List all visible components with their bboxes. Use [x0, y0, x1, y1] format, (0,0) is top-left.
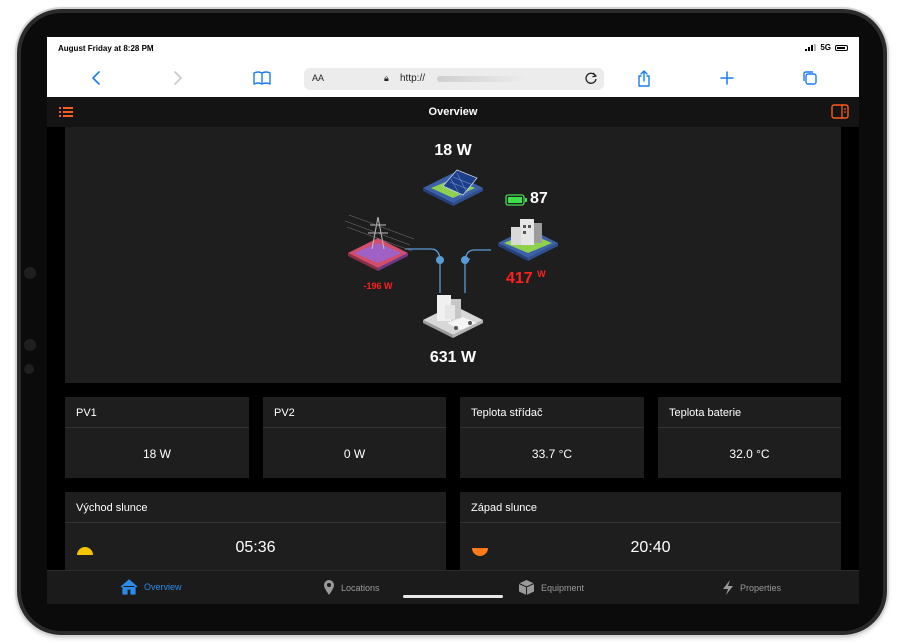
tile-inverter-temp: Teplota střídač 33.7 °C: [460, 397, 644, 478]
energy-flow-diagram: [344, 169, 558, 338]
tab-label: Locations: [341, 582, 380, 593]
back-icon[interactable]: [85, 67, 107, 89]
grid-power-value: -196 W: [363, 281, 393, 291]
share-icon[interactable]: [633, 67, 655, 89]
solar-panel-icon: [423, 169, 483, 206]
divider: [263, 427, 446, 428]
lock-icon: 🔒︎: [384, 73, 389, 83]
url-redacted: [437, 76, 527, 82]
divider: [460, 427, 644, 428]
tile-label: PV1: [76, 407, 97, 419]
battery-power-value: 417 W: [506, 269, 546, 288]
battery-power-number: 417: [506, 270, 533, 287]
plus-icon[interactable]: [716, 67, 738, 89]
home-indicator[interactable]: [403, 595, 503, 598]
app-header: Overview: [47, 97, 859, 127]
tile-label: Východ slunce: [76, 502, 148, 514]
tab-properties[interactable]: Properties: [722, 579, 781, 596]
battery-status-icon: [835, 44, 848, 51]
address-bar[interactable]: AA 🔒︎ http://: [304, 68, 604, 90]
browser-toolbar: AA 🔒︎ http://: [47, 59, 859, 97]
grid-tower-icon: [344, 214, 415, 271]
text-size-button[interactable]: AA: [312, 73, 324, 83]
tab-locations[interactable]: Locations: [323, 579, 380, 596]
home-power-value: 631 W: [429, 349, 477, 366]
tile-pv1: PV1 18 W: [65, 397, 249, 478]
energy-flow-panel: 18 W 87 417 W -196 W 631 W: [65, 127, 841, 383]
status-indicators: 5G: [805, 43, 848, 52]
side-sensor: [24, 364, 34, 374]
tile-label: Teplota střídač: [471, 407, 543, 419]
page-title: Overview: [428, 106, 478, 118]
tile-label: Teplota baterie: [669, 407, 742, 419]
forward-icon[interactable]: [167, 67, 189, 89]
tile-value: 32.0 °C: [729, 447, 770, 461]
tab-equipment[interactable]: Equipment: [518, 579, 584, 596]
tile-pv2: PV2 0 W: [263, 397, 446, 478]
tile-label: PV2: [274, 407, 295, 419]
tile-label: Západ slunce: [471, 502, 538, 514]
lightning-icon: [723, 580, 733, 595]
divider: [65, 522, 446, 523]
pv-power-value: 18 W: [434, 142, 472, 159]
battery-soc-icon: [505, 194, 527, 206]
signal-icon: [805, 44, 817, 51]
network-label: 5G: [820, 43, 831, 52]
tile-battery-temp: Teplota baterie 32.0 °C: [658, 397, 841, 478]
battery-building-icon: [498, 219, 558, 261]
tabs-icon[interactable]: [799, 67, 821, 89]
camera-dot: [24, 267, 36, 279]
sunset-time: 20:40: [630, 539, 671, 556]
bookmarks-icon[interactable]: [251, 67, 273, 89]
tile-value: 33.7 °C: [531, 447, 573, 461]
sunrise-time: 05:36: [235, 539, 276, 556]
status-bar: August Friday at 8:28 PM 5G: [47, 37, 859, 59]
divider: [658, 427, 841, 428]
main-content: 18 W 87 417 W -196 W 631 W PV1 18 W PV2 …: [47, 127, 859, 572]
side-sensor: [24, 339, 36, 351]
tab-label: Overview: [144, 582, 182, 592]
home-consumption-icon: [423, 295, 483, 338]
home-icon: [120, 579, 138, 595]
tile-sunrise: Východ slunce 05:36: [65, 492, 446, 572]
tab-overview[interactable]: Overview: [120, 579, 182, 595]
battery-node: [461, 256, 469, 264]
battery-soc-value: 87: [530, 190, 548, 207]
reload-icon[interactable]: [584, 71, 598, 88]
side-panel-icon[interactable]: [831, 104, 849, 124]
screen: August Friday at 8:28 PM 5G AA 🔒︎ http:/…: [47, 37, 859, 604]
tile-value: 0 W: [343, 447, 366, 461]
tab-label: Properties: [740, 582, 782, 593]
divider: [65, 427, 249, 428]
tile-sunset: Západ slunce 20:40: [460, 492, 841, 572]
status-time: August Friday at 8:28 PM: [58, 44, 154, 53]
divider: [460, 522, 841, 523]
flow-connectors: [405, 248, 491, 293]
bottom-tab-bar: Overview Locations Equipment Properties: [47, 570, 859, 604]
grid-node: [436, 256, 444, 264]
url-text[interactable]: http://: [400, 73, 425, 84]
tile-value: 18 W: [142, 447, 171, 461]
location-pin-icon: [324, 580, 334, 595]
cube-icon: [518, 580, 535, 595]
battery-power-unit: W: [537, 269, 546, 279]
tab-label: Equipment: [541, 582, 585, 593]
